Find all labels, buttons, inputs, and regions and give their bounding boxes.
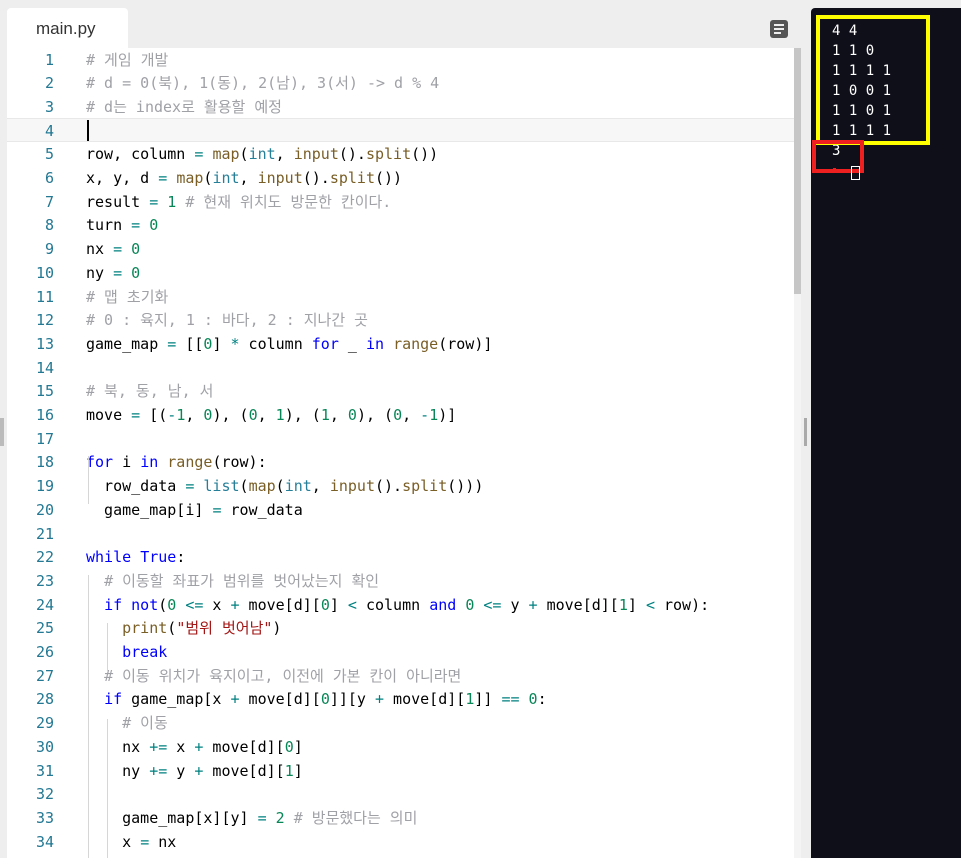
line-number: 21 [35, 524, 54, 543]
line-number: 20 [35, 500, 54, 519]
code-line: # 이동 [122, 714, 168, 733]
code-line: # 0 : 육지, 1 : 바다, 2 : 지나간 곳 [86, 311, 368, 330]
code-line: row_data = list(map(int, input().split()… [86, 477, 484, 496]
code-editor[interactable]: 1 2 3 4 5 6 7 8 9 10 11 12 13 14 15 16 17 18 19 20 21 22 23 24 2… [7, 48, 801, 858]
pane-resize-handle[interactable] [804, 418, 807, 446]
line-number: 26 [35, 643, 54, 661]
line-number-gutter: 1 2 3 4 5 6 7 8 9 10 11 12 13 14 15 16 17 18 19 20 21 22 23 24 2… [7, 48, 63, 858]
code-line: x = nx [86, 832, 177, 851]
code-line: # d는 index로 활용할 예정 [86, 97, 282, 116]
hamburger-menu-icon[interactable] [770, 20, 788, 38]
line-number: 23 [35, 571, 54, 590]
code-line: move = [(-1, 0), (0, 1), (1, 0), (0, -1)… [86, 406, 457, 424]
console-output[interactable]: 4 41 1 01 1 1 11 0 0 11 1 0 11 1 1 13 [811, 8, 961, 858]
line-number: 22 [35, 548, 54, 567]
code-line: # 이동할 좌표가 범위를 벗어났는지 확인 [104, 571, 380, 590]
code-line: # 북, 동, 남, 서 [86, 382, 214, 401]
line-number: 16 [35, 406, 54, 424]
code-line: # 맵 초기화 [86, 287, 169, 306]
code-line: if not(0 <= x + move[d][0] < column and … [104, 595, 710, 614]
line-number: 31 [35, 761, 54, 780]
code-line: game_map[x][y] = 2 # 방문했다는 의미 [86, 808, 418, 827]
line-number: 15 [35, 382, 54, 401]
line-number: 19 [35, 477, 54, 496]
line-number: 18 [35, 453, 54, 472]
line-number: 33 [35, 808, 54, 827]
line-number: 7 [44, 192, 54, 211]
code-line: for i in range(row): [86, 453, 267, 472]
line-number: 12 [35, 311, 54, 330]
text-caret [87, 120, 89, 141]
indent-guide [107, 719, 108, 858]
scrollbar-thumb[interactable] [794, 48, 801, 294]
code-line: turn = 0 [86, 216, 159, 235]
editor-scrollbar[interactable] [794, 48, 801, 858]
code-line: nx = 0 [86, 240, 141, 259]
code-line: ny = 0 [86, 263, 141, 282]
line-number: 9 [44, 240, 54, 259]
line-number: 3 [44, 97, 54, 116]
code-line: game_map[i] = row_data [86, 500, 303, 519]
line-number: 10 [35, 263, 54, 282]
line-number: 34 [35, 832, 54, 851]
line-number: 17 [35, 429, 54, 448]
code-line: if game_map[x + move[d][0]][y + move[d][… [104, 690, 547, 709]
code-line: nx += x + move[d][0] [86, 737, 303, 756]
input-highlight-box [816, 15, 930, 145]
line-number: 14 [35, 358, 54, 377]
line-number: 5 [44, 145, 54, 164]
code-line: result = 1 # 현재 위치도 방문한 칸이다. [86, 192, 392, 211]
annotation-mark [833, 168, 836, 173]
line-number: 1 [44, 50, 54, 69]
code-line: # 이동 위치가 육지이고, 이전에 가본 칸이 아니라면 [104, 666, 462, 685]
code-line: ny += y + move[d][1] [86, 761, 303, 780]
line-number: 24 [35, 595, 54, 614]
code-line: # d = 0(북), 1(동), 2(남), 3(서) -> d % 4 [86, 74, 440, 93]
line-number: 13 [35, 334, 54, 353]
code-line: row, column = map(int, input().split()) [86, 145, 439, 164]
editor-pane: main.py 1 2 3 4 5 6 7 8 9 10 11 12 13 14 15 16 17 18 19 20 2… [0, 0, 810, 858]
line-number: 6 [44, 169, 54, 187]
line-number: 4 [44, 121, 54, 140]
line-number: 25 [35, 619, 54, 638]
indent-guide [88, 480, 89, 504]
line-number: 8 [44, 216, 54, 235]
line-number: 28 [35, 690, 54, 709]
code-line: print("범위 벗어남") [122, 619, 282, 638]
line-number: 29 [35, 714, 54, 733]
left-resize-handle[interactable] [0, 418, 4, 446]
code-line: while True: [86, 548, 186, 567]
console-cursor [851, 166, 860, 180]
tab-label: main.py [36, 19, 96, 38]
indent-guide [88, 456, 89, 480]
indent-guide [107, 623, 108, 671]
line-number: 27 [35, 666, 54, 685]
tab-main-py[interactable]: main.py [7, 8, 128, 48]
line-number: 2 [44, 74, 54, 93]
indent-guide [88, 575, 89, 858]
current-line-highlight [7, 118, 794, 142]
code-line: # 게임 개발 [86, 50, 169, 69]
line-number: 11 [35, 287, 54, 306]
line-number: 30 [35, 737, 54, 756]
code-line: break [122, 643, 168, 661]
code-line: x, y, d = map(int, input().split()) [86, 169, 403, 187]
line-number: 32 [35, 785, 54, 804]
code-line: game_map = [[0] * column for _ in range(… [86, 334, 493, 353]
